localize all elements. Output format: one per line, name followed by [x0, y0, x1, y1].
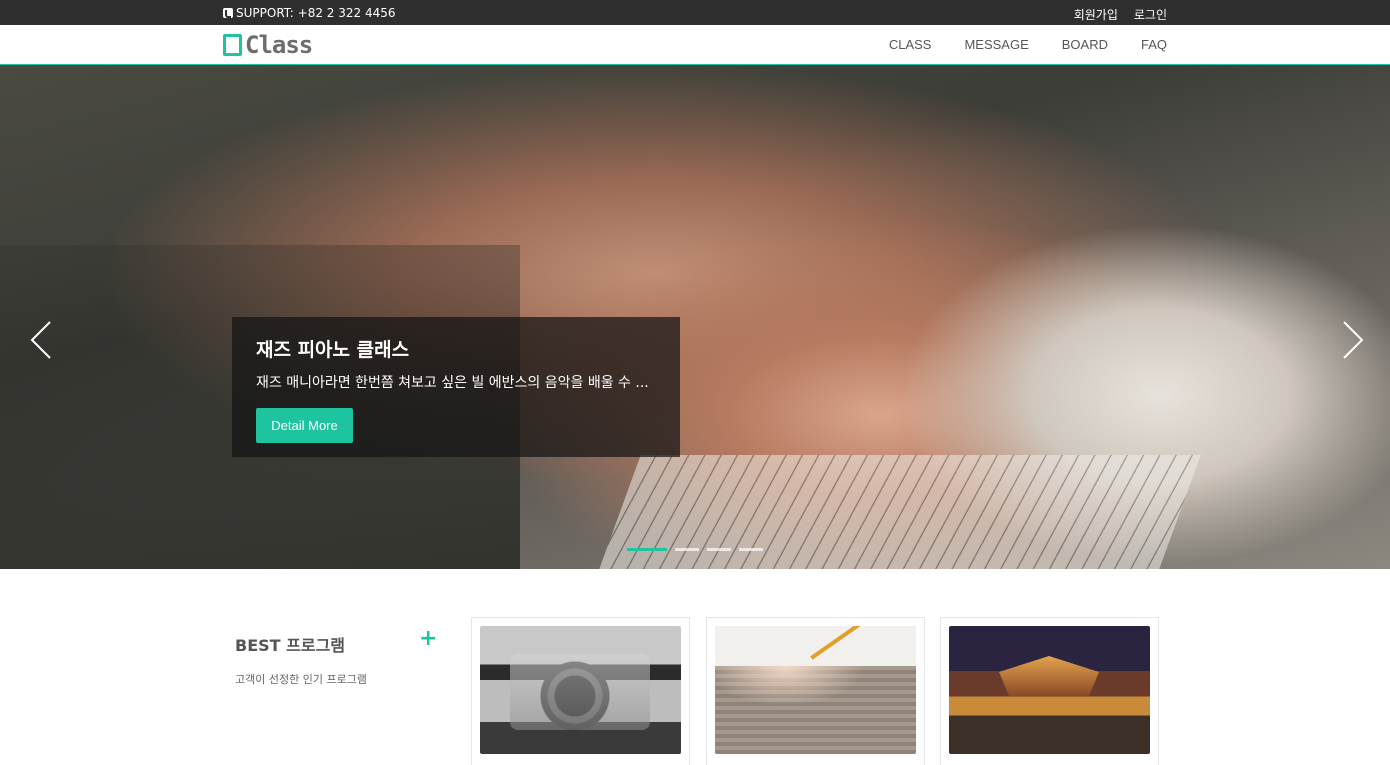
logo[interactable]: Class	[223, 31, 313, 59]
login-link[interactable]: 로그인	[1134, 6, 1167, 23]
nav-item-faq[interactable]: FAQ	[1141, 37, 1167, 52]
logo-mark-icon	[223, 34, 242, 56]
chevron-right-icon	[1343, 321, 1364, 359]
carousel-indicators	[627, 548, 763, 551]
hero-carousel: 재즈 피아노 클래스 재즈 매니아라면 한번쯤 쳐보고 싶은 빌 에반스의 음악…	[0, 65, 1390, 569]
more-plus-icon[interactable]: +	[419, 628, 437, 650]
program-thumbnail-camera	[480, 626, 681, 754]
support-text: SUPPORT: +82 2 322 4456	[236, 6, 396, 20]
nav-item-message[interactable]: MESSAGE	[964, 37, 1028, 52]
support-bar: SUPPORT: +82 2 322 4456 회원가입 로그인	[0, 0, 1390, 25]
program-card[interactable]	[706, 617, 925, 765]
support-info: SUPPORT: +82 2 322 4456	[223, 6, 396, 20]
hero-caption: 재즈 피아노 클래스 재즈 매니아라면 한번쯤 쳐보고 싶은 빌 에반스의 음악…	[232, 317, 680, 457]
phone-icon	[223, 8, 233, 18]
hero-image-piano-keys	[599, 455, 1201, 569]
program-thumbnail-knitting	[715, 626, 916, 754]
best-programs-subtitle: 고객이 선정한 인기 프로그램	[235, 673, 367, 686]
chevron-left-icon	[30, 321, 51, 359]
carousel-indicator[interactable]	[675, 548, 699, 551]
hero-title: 재즈 피아노 클래스	[256, 339, 410, 361]
main-navbar: Class CLASS MESSAGE BOARD FAQ	[0, 25, 1390, 65]
nav-item-board[interactable]: BOARD	[1062, 37, 1108, 52]
signup-link[interactable]: 회원가입	[1074, 6, 1118, 23]
program-card[interactable]	[940, 617, 1159, 765]
best-programs-title: BEST 프로그램	[235, 636, 346, 655]
nav-menu: CLASS MESSAGE BOARD FAQ	[856, 37, 1167, 52]
carousel-indicator[interactable]	[627, 548, 667, 551]
carousel-next-button[interactable]	[1340, 320, 1366, 360]
nav-item-class[interactable]: CLASS	[889, 37, 932, 52]
carousel-prev-button[interactable]	[28, 320, 54, 360]
detail-more-button[interactable]: Detail More	[256, 408, 353, 443]
program-card[interactable]	[471, 617, 690, 765]
logo-text: Class	[245, 31, 313, 59]
hero-description: 재즈 매니아라면 한번쯤 쳐보고 싶은 빌 에반스의 음악을 배울 수 ...	[256, 375, 649, 391]
auth-links: 회원가입 로그인	[1074, 6, 1167, 23]
carousel-indicator[interactable]	[739, 548, 763, 551]
best-programs-section: BEST 프로그램 + 고객이 선정한 인기 프로그램	[0, 569, 1390, 765]
carousel-indicator[interactable]	[707, 548, 731, 551]
program-thumbnail-palace	[949, 626, 1150, 754]
